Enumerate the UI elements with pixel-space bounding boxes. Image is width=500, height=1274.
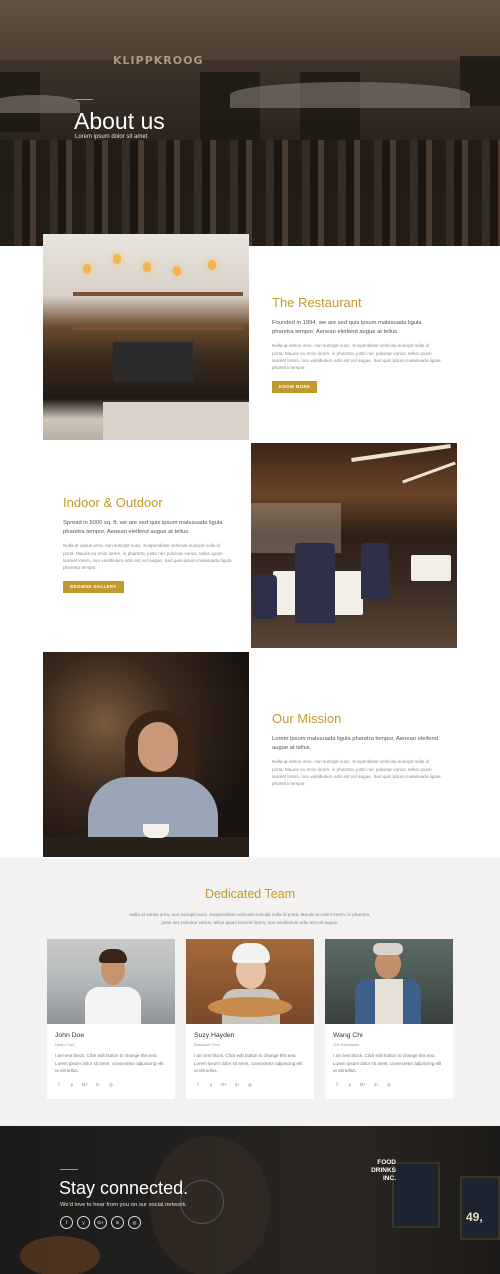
section-title: Our Mission	[272, 711, 342, 726]
espresso-machine	[113, 342, 193, 382]
linkedin-icon[interactable]: in	[111, 1216, 124, 1229]
member-socials: f y G+ in ◎	[194, 1082, 254, 1088]
google-plus-icon[interactable]: G+	[81, 1082, 89, 1088]
linkedin-icon[interactable]: in	[372, 1082, 380, 1088]
pastry-plate	[208, 997, 292, 1017]
instagram-icon[interactable]: ◎	[107, 1082, 115, 1088]
indoor-outdoor-section: Indoor & Outdoor Spread in 5000 sq. ft. …	[63, 495, 233, 593]
member-name: Suzy Hayden	[194, 1032, 235, 1039]
counter-drawers	[103, 402, 249, 440]
hero-banner: KLIPPKROOG About us Lorem ipsum dolor si…	[0, 0, 500, 246]
footer-banner: 49, Stay connected. We'd love to hear fr…	[0, 1126, 500, 1274]
twitter-icon[interactable]: y	[207, 1082, 215, 1088]
background-food	[20, 1236, 100, 1274]
section-body: Nulla at varius urna, non suscipit nunc.…	[63, 543, 232, 571]
page-subtitle: Lorem ipsum dolor sit amet	[75, 134, 148, 140]
shelf	[73, 326, 243, 330]
footer-title: Stay connected.	[59, 1178, 189, 1198]
dining-chair	[361, 543, 389, 599]
dining-table	[411, 555, 451, 581]
twitter-icon[interactable]: y	[77, 1216, 90, 1229]
instagram-icon[interactable]: ◎	[246, 1082, 254, 1088]
member-photo	[47, 939, 175, 1024]
instagram-icon[interactable]: ◎	[385, 1082, 393, 1088]
team-card: John Doe Head Chef I am text block. Clic…	[47, 939, 175, 1099]
team-card: Suzy Hayden Assistant Chef I am text blo…	[186, 939, 314, 1099]
cafe-counter-photo	[43, 234, 249, 440]
ceiling-light	[402, 461, 456, 484]
member-role: Assistant Chef	[194, 1042, 220, 1047]
menu-board	[460, 1176, 500, 1240]
hat	[373, 943, 403, 955]
restaurant-section: The Restaurant Founded in 1994, we are s…	[272, 295, 442, 393]
coffee-cup	[143, 824, 169, 838]
dining-chair	[253, 575, 277, 619]
pendant-lamp	[113, 254, 121, 264]
pendant-lamp	[143, 262, 151, 272]
know-more-button[interactable]: KNOW MORE	[272, 380, 318, 393]
table	[43, 837, 249, 857]
hair	[99, 949, 127, 963]
section-lead: Spread in 5000 sq. ft. we are sed quis i…	[63, 520, 223, 535]
dining-room-photo	[251, 443, 457, 648]
facebook-icon[interactable]: f	[194, 1082, 202, 1088]
section-body: Nulla at varius urna, non suscipit nunc.…	[272, 343, 441, 371]
linkedin-icon[interactable]: in	[94, 1082, 102, 1088]
face	[138, 722, 178, 772]
google-plus-icon[interactable]: G+	[220, 1082, 228, 1088]
ceiling-light	[351, 444, 451, 462]
instagram-icon[interactable]: ◎	[128, 1216, 141, 1229]
dining-chair	[295, 543, 335, 623]
team-description: Nulla at varius urna, non suscipit nunc.…	[129, 912, 371, 925]
member-bio: I am text block. Click edit button to ch…	[194, 1053, 303, 1074]
twitter-icon[interactable]: y	[346, 1082, 354, 1088]
member-socials: f y G+ in ◎	[333, 1082, 393, 1088]
facebook-icon[interactable]: f	[333, 1082, 341, 1088]
facebook-icon[interactable]: f	[55, 1082, 63, 1088]
section-title: Indoor & Outdoor	[63, 495, 163, 510]
woman-on-phone-photo	[43, 652, 249, 857]
team-title: Dedicated Team	[204, 887, 296, 901]
title-accent-rule	[75, 99, 93, 100]
google-plus-icon[interactable]: G+	[94, 1216, 107, 1229]
browse-gallery-button[interactable]: BROWSE GALLERY	[63, 580, 124, 593]
footer-accent-rule	[60, 1169, 78, 1170]
facebook-icon[interactable]: f	[60, 1216, 73, 1229]
member-bio: I am text block. Click edit button to ch…	[333, 1053, 442, 1074]
pendant-lamp	[208, 260, 216, 270]
member-bio: I am text block. Click edit button to ch…	[55, 1053, 164, 1074]
member-role: Head Chef	[55, 1042, 75, 1047]
pendant-lamp	[173, 266, 181, 276]
brand-logo: FOOD DRINKS INC.	[371, 1159, 396, 1182]
member-name: John Doe	[55, 1032, 85, 1039]
section-lead: Lorem ipsum malesuada ligula pharetra te…	[272, 736, 438, 751]
member-photo	[325, 939, 453, 1024]
member-photo	[186, 939, 314, 1024]
team-card: Wang Chi The Barmaster I am text block. …	[325, 939, 453, 1099]
headscarf	[232, 943, 270, 963]
section-lead: Founded in 1994, we are sed quis ipsum m…	[272, 320, 422, 335]
page-title: About us	[74, 108, 165, 134]
mission-section: Our Mission Lorem ipsum malesuada ligula…	[272, 711, 442, 788]
google-plus-icon[interactable]: G+	[359, 1082, 367, 1088]
member-role: The Barmaster	[333, 1042, 360, 1047]
pendant-lamp	[83, 264, 91, 274]
linkedin-icon[interactable]: in	[233, 1082, 241, 1088]
scarf	[375, 979, 403, 1024]
footer-subtitle: We'd love to hear from you on our social…	[60, 1202, 187, 1208]
chef-jacket	[85, 987, 141, 1024]
menu-board-price: 49,	[466, 1210, 483, 1224]
shelf	[73, 292, 243, 296]
section-body: Nulla at varius urna, non suscipit nunc.…	[272, 759, 441, 787]
member-name: Wang Chi	[333, 1032, 363, 1039]
section-title: The Restaurant	[272, 295, 362, 310]
twitter-icon[interactable]: y	[68, 1082, 76, 1088]
storefront-sign: KLIPPKROOG	[113, 54, 204, 67]
member-socials: f y G+ in ◎	[55, 1082, 115, 1088]
footer-socials: f y G+ in ◎	[60, 1216, 141, 1229]
menu-board	[392, 1162, 440, 1228]
